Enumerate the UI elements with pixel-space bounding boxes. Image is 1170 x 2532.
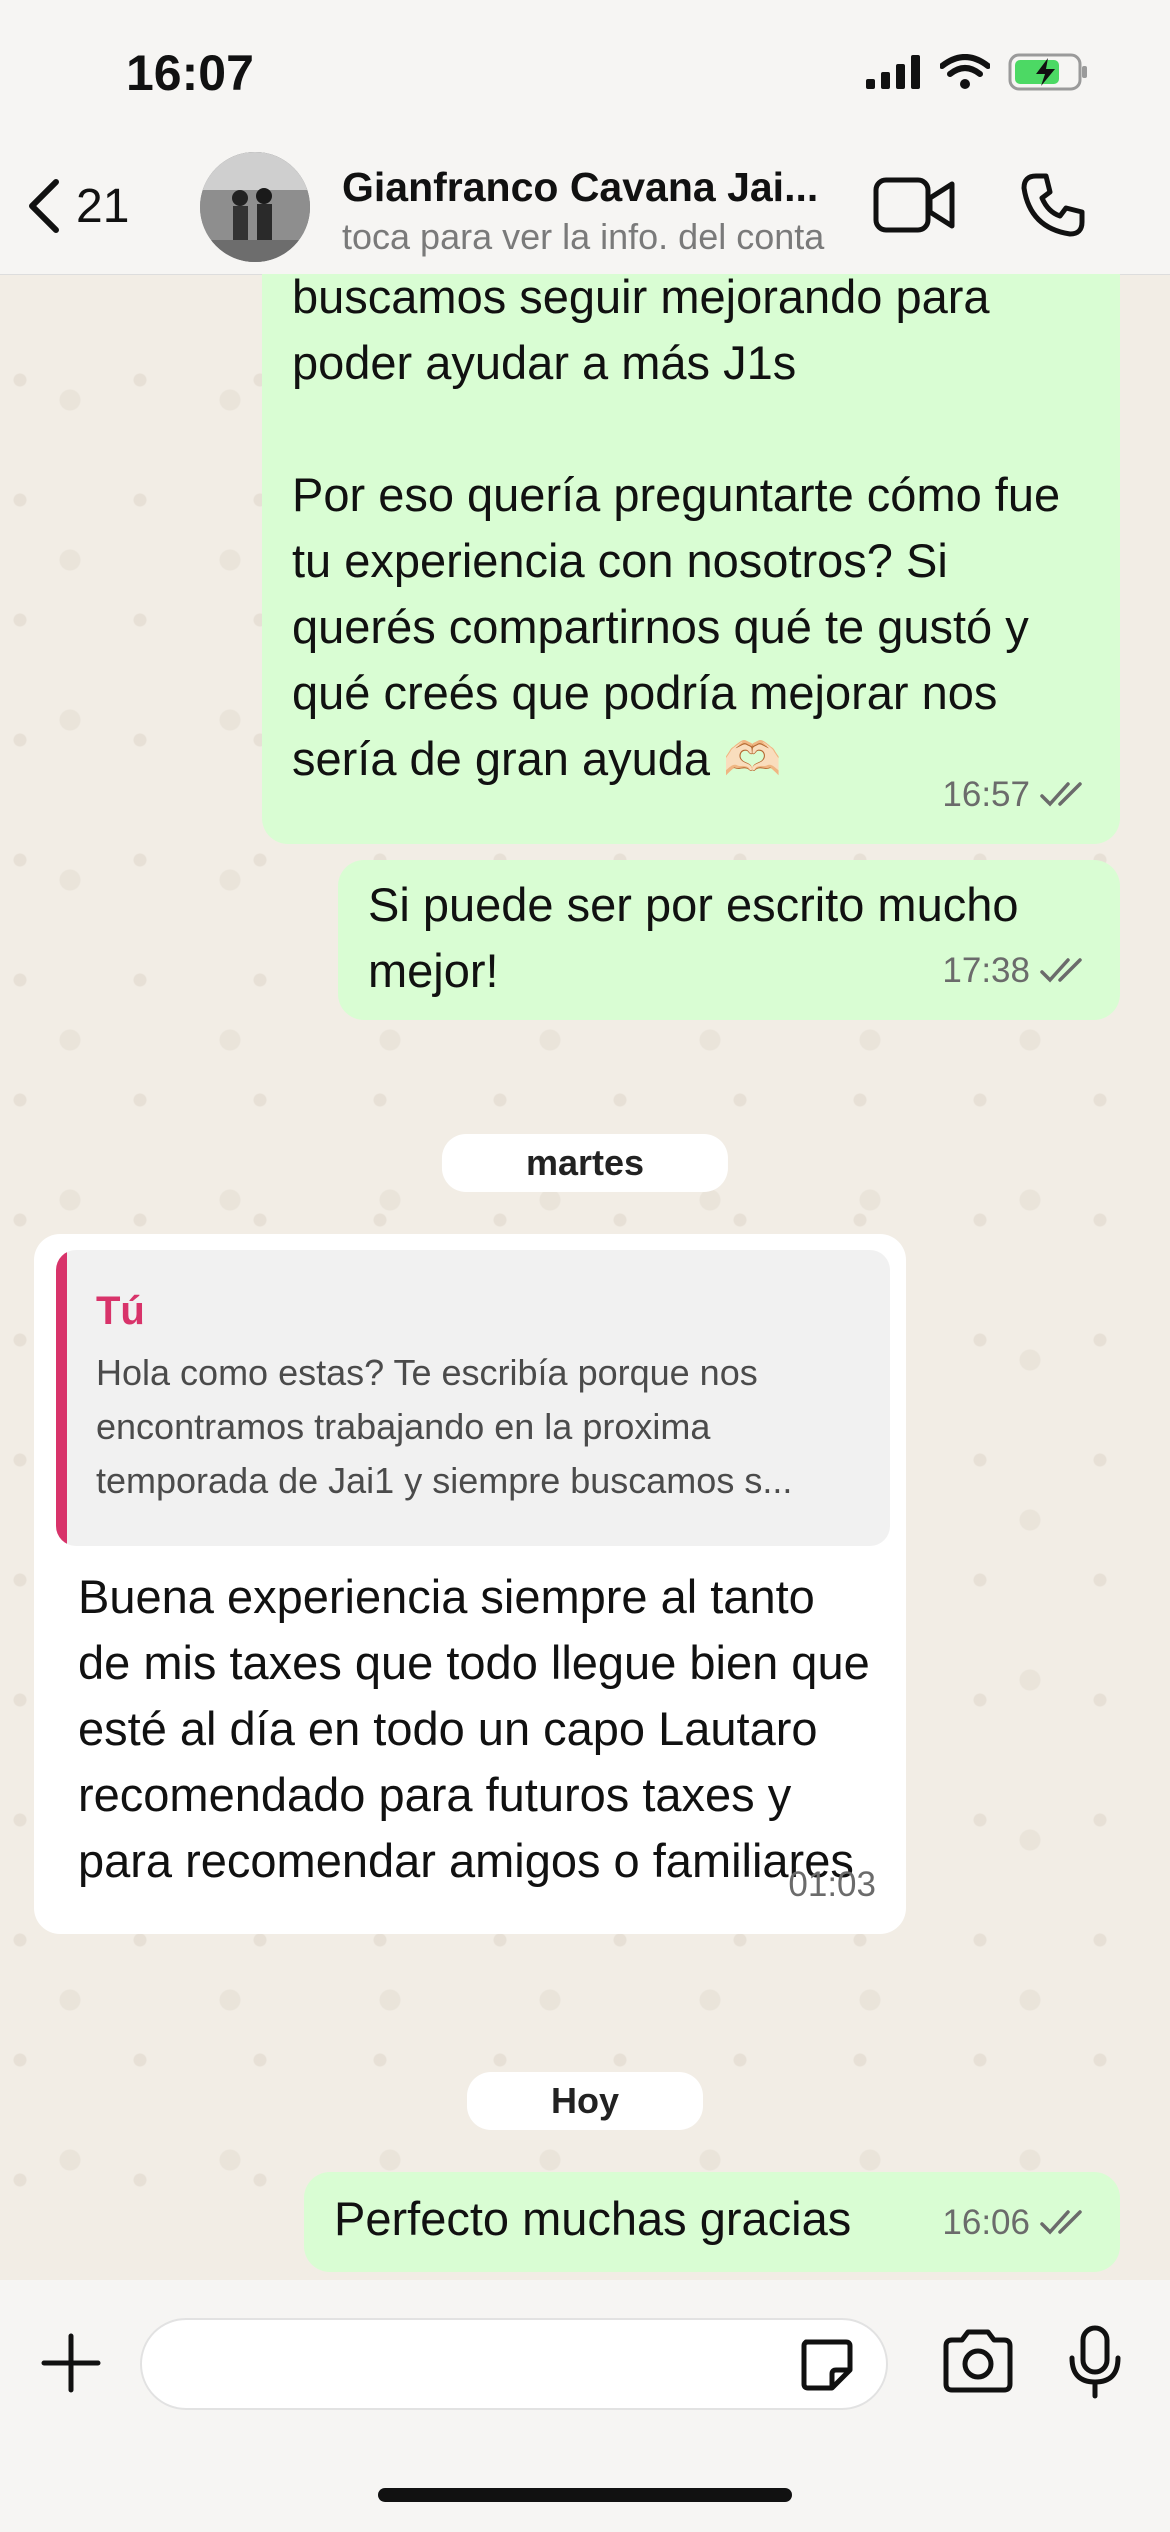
microphone-icon	[1069, 2325, 1121, 2399]
add-icon	[41, 2333, 101, 2393]
double-check-icon	[1040, 2210, 1082, 2235]
message-time: 17:38	[942, 951, 1030, 990]
quote-author: Tú	[96, 1289, 145, 1333]
chat-area[interactable]: buscamos seguir mejorando para poder ayu…	[0, 274, 1170, 2280]
sticker-button[interactable]	[796, 2334, 856, 2399]
video-call-button[interactable]	[872, 170, 956, 245]
chat-header: 21 Gianfranco Cavana Jai... toca para ve…	[0, 140, 1170, 275]
contact-name[interactable]: Gianfranco Cavana Jai...	[342, 164, 842, 211]
camera-button[interactable]	[940, 2328, 1016, 2399]
quote-text: Hola como estas? Te escribía porque nos …	[96, 1352, 793, 1501]
contact-info-hint[interactable]: toca para ver la info. del conta	[342, 216, 847, 258]
message-bubble-outgoing[interactable]: Si puede ser por escrito mucho mejor! 17…	[338, 860, 1120, 1020]
message-time: 01:03	[788, 1865, 876, 1904]
status-icons	[866, 52, 1090, 97]
message-time: 16:06	[942, 2203, 1030, 2242]
message-bubble-outgoing[interactable]: Perfecto muchas gracias 16:06	[304, 2172, 1120, 2272]
quoted-message[interactable]: Tú Hola como estas? Te escribía porque n…	[56, 1250, 890, 1546]
message-meta: 16:57	[942, 762, 1090, 828]
attach-button[interactable]	[38, 2330, 104, 2401]
double-check-icon	[1040, 958, 1082, 983]
video-call-icon	[873, 177, 955, 233]
message-meta: 01:03	[788, 1852, 876, 1918]
avatar[interactable]	[200, 152, 310, 262]
quote-accent-bar	[56, 1250, 67, 1546]
message-meta: 16:06	[942, 2190, 1090, 2256]
battery-charging-icon	[1008, 52, 1090, 97]
date-separator: martes	[441, 1134, 729, 1192]
message-time: 16:57	[942, 775, 1030, 814]
camera-icon	[943, 2329, 1013, 2393]
status-bar: 16:07	[0, 0, 1170, 150]
message-meta: 17:38	[942, 938, 1090, 1004]
message-text: buscamos seguir mejorando para poder ayu…	[292, 274, 1061, 785]
signal-icon	[866, 55, 922, 94]
double-check-icon	[1040, 782, 1082, 807]
status-time: 16:07	[126, 45, 254, 101]
back-button[interactable]: 21	[24, 176, 129, 236]
message-bubble-outgoing[interactable]: buscamos seguir mejorando para poder ayu…	[262, 274, 1120, 844]
message-text: Buena experiencia siempre al tanto de mi…	[78, 1570, 883, 1887]
message-input[interactable]	[140, 2318, 888, 2410]
message-bubble-incoming[interactable]: Tú Hola como estas? Te escribía porque n…	[34, 1234, 906, 1934]
voice-message-button[interactable]	[1066, 2324, 1124, 2405]
phone-call-icon	[1021, 173, 1085, 237]
voice-call-button[interactable]	[1018, 170, 1088, 245]
sticker-icon	[801, 2339, 853, 2391]
home-indicator[interactable]	[378, 2488, 792, 2502]
wifi-icon	[939, 54, 991, 95]
chevron-left-icon	[29, 179, 59, 233]
unread-count: 21	[76, 179, 130, 233]
date-separator: Hoy	[466, 2072, 704, 2130]
message-text: Perfecto muchas gracias	[334, 2192, 852, 2245]
